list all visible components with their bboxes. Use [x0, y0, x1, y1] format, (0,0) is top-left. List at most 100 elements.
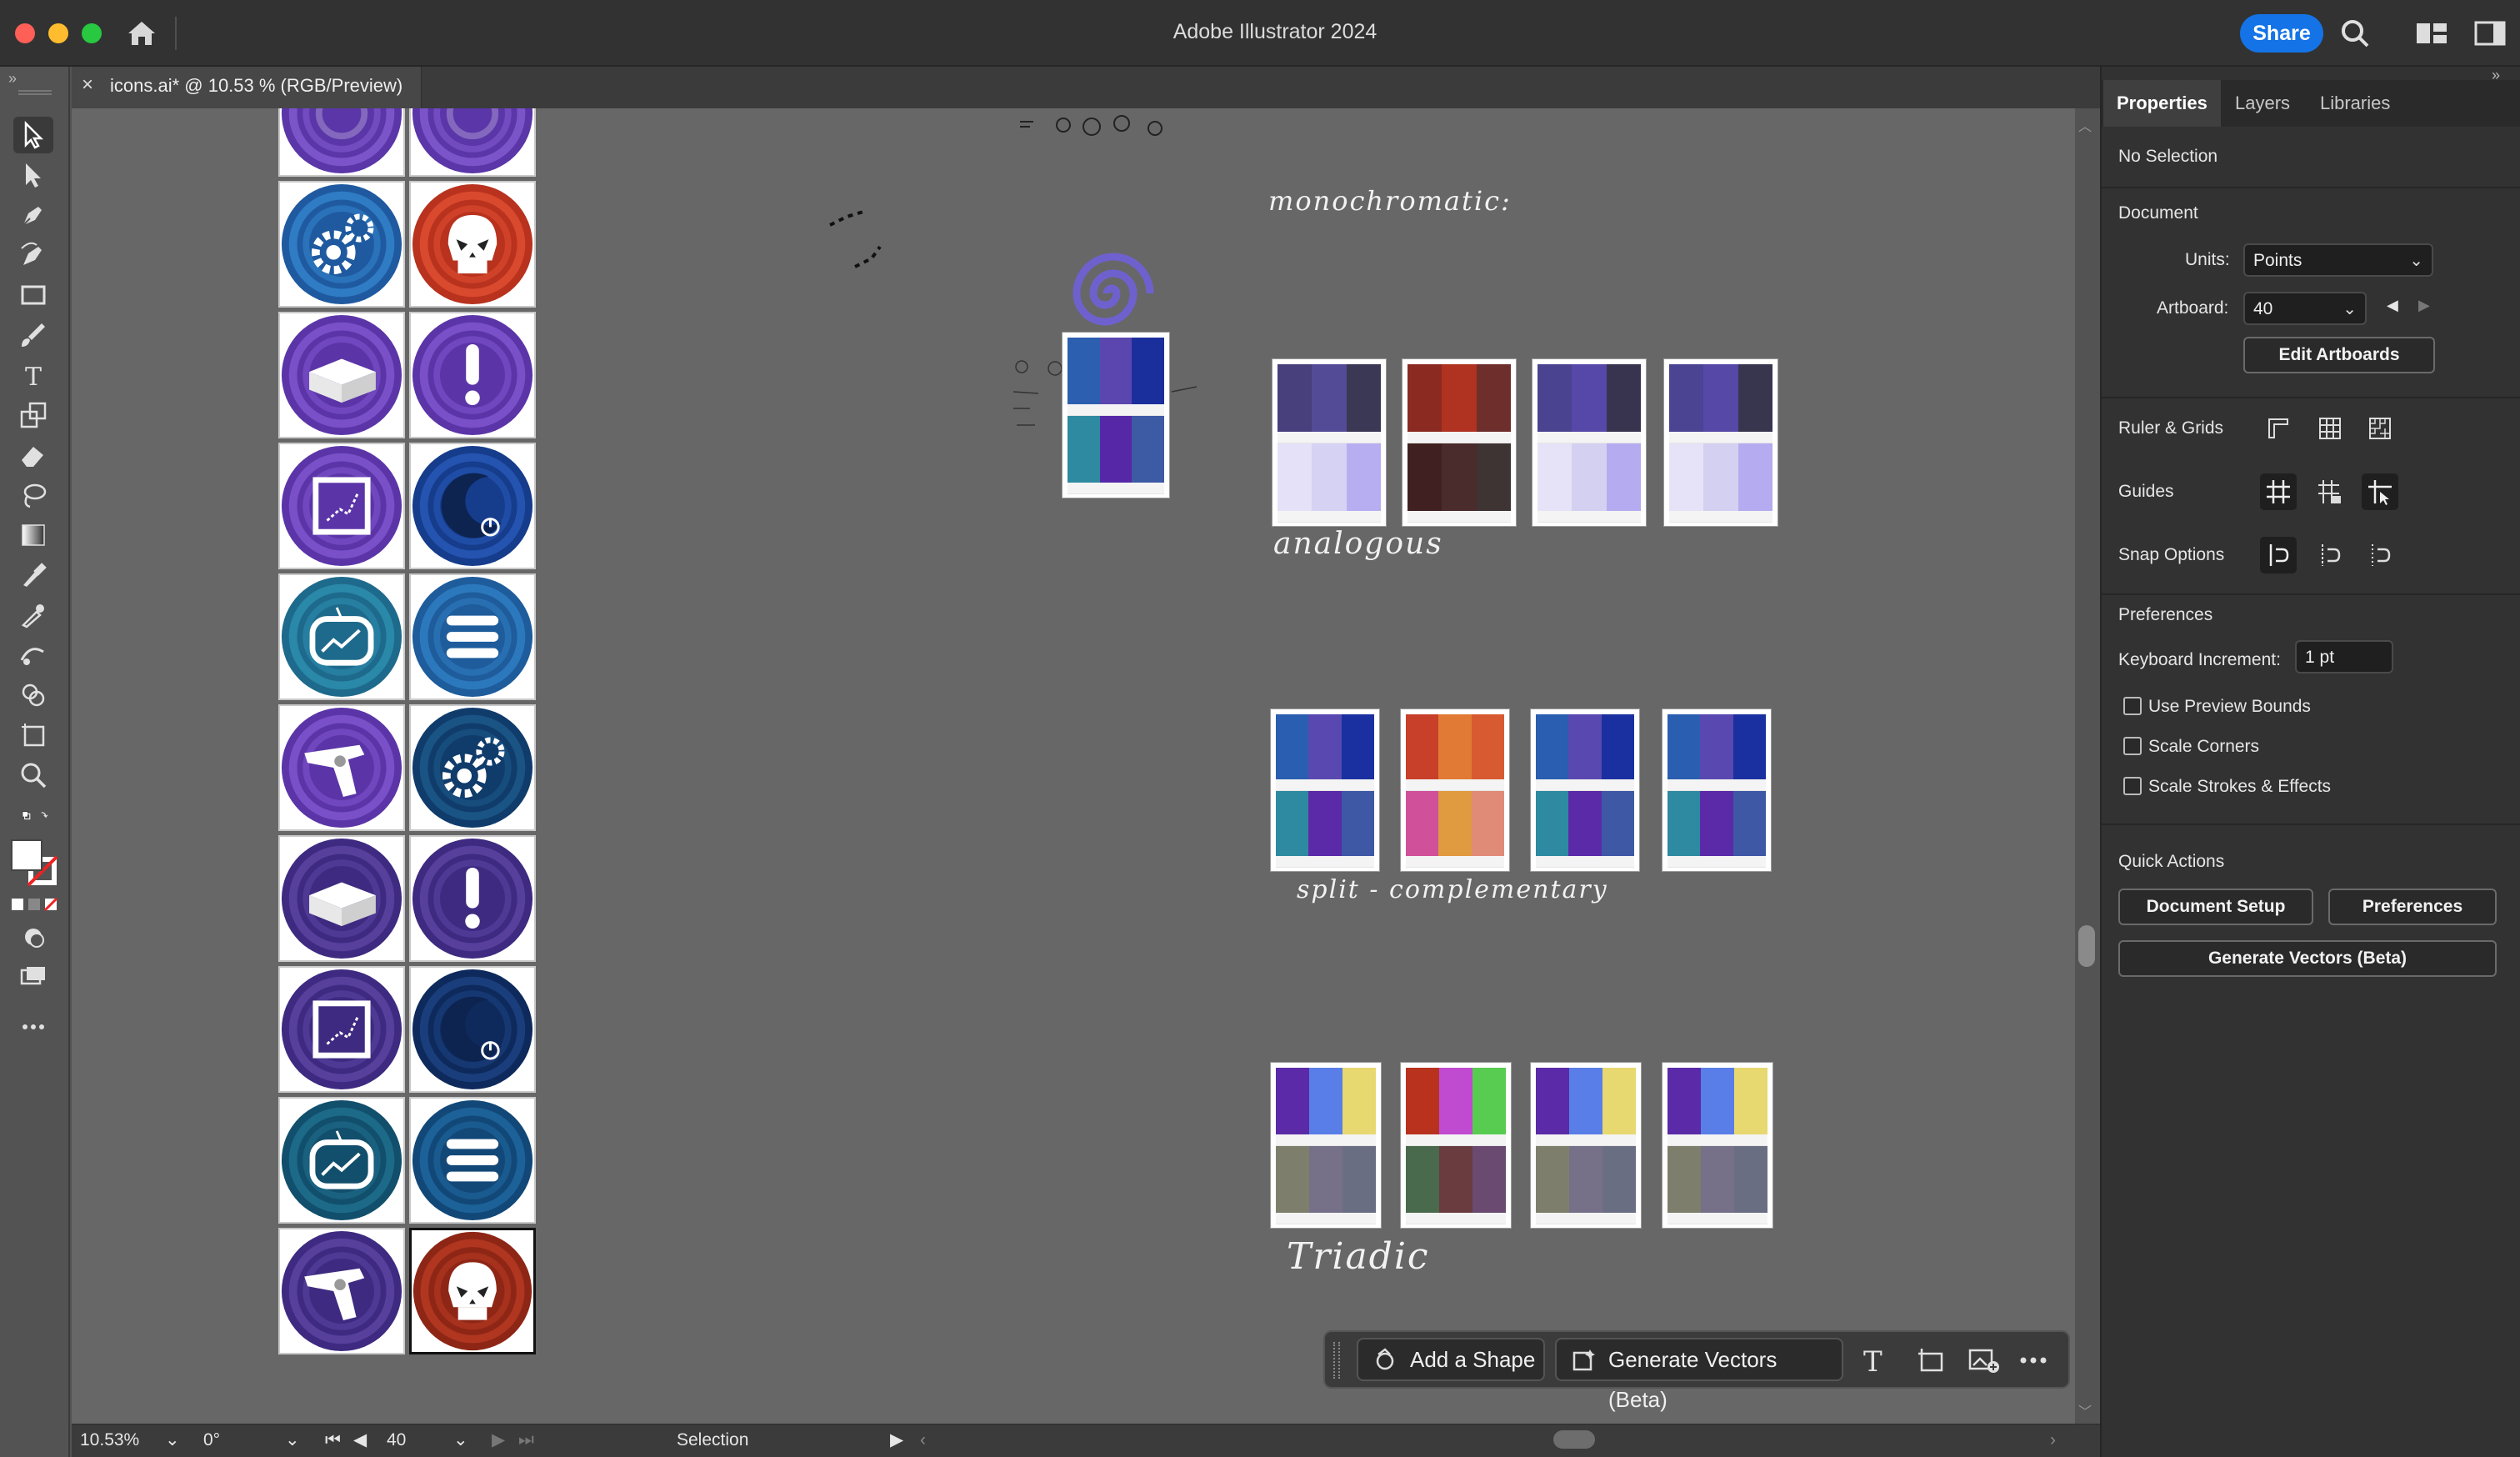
- color-swatch[interactable]: [1568, 791, 1602, 856]
- color-swatch[interactable]: [1341, 714, 1374, 779]
- default-fill-stroke-icon[interactable]: [7, 799, 65, 835]
- color-mode-icon[interactable]: [10, 895, 60, 914]
- color-swatch[interactable]: [1346, 443, 1381, 511]
- color-swatch[interactable]: [1308, 714, 1342, 779]
- window-minimize-button[interactable]: [48, 23, 68, 43]
- monochromatic-palette-card[interactable]: [1272, 358, 1387, 527]
- next-artboard-arrow-icon[interactable]: ▶: [2418, 297, 2430, 314]
- color-swatch[interactable]: [1569, 1146, 1602, 1213]
- color-swatch[interactable]: [1342, 1146, 1376, 1213]
- monochromatic-palette-card[interactable]: [1663, 358, 1778, 527]
- scroll-right-icon[interactable]: ›: [2050, 1428, 2067, 1453]
- exclamation-dark-icon-artboard[interactable]: [409, 835, 536, 962]
- color-swatch[interactable]: [1439, 1068, 1472, 1134]
- color-swatch[interactable]: [1601, 714, 1634, 779]
- color-swatch[interactable]: [1346, 364, 1381, 432]
- color-swatch[interactable]: [1734, 1068, 1768, 1134]
- revolver-icon-artboard[interactable]: [278, 704, 405, 831]
- monochromatic-palette-card[interactable]: [1532, 358, 1647, 527]
- lock-guides-icon[interactable]: [2312, 473, 2348, 510]
- artboard-tool-icon[interactable]: [13, 717, 53, 754]
- chart-frame-dark-icon-artboard[interactable]: [278, 966, 405, 1093]
- artboard-dropdown-icon[interactable]: ⌄: [453, 1428, 470, 1453]
- color-swatch[interactable]: [1308, 791, 1342, 856]
- zoom-dropdown-icon[interactable]: ⌄: [165, 1428, 182, 1453]
- rotation-field[interactable]: 0°: [203, 1428, 287, 1453]
- color-swatch[interactable]: [1276, 1068, 1309, 1134]
- type-tool-icon[interactable]: T: [13, 357, 53, 393]
- ruler-icon[interactable]: [2260, 410, 2297, 447]
- color-swatch[interactable]: [1442, 443, 1477, 511]
- color-swatch[interactable]: [1738, 364, 1772, 432]
- color-swatch[interactable]: [1536, 1068, 1569, 1134]
- color-swatch[interactable]: [1276, 791, 1309, 856]
- selection-tool-icon[interactable]: [13, 117, 53, 153]
- color-swatch[interactable]: [1471, 714, 1504, 779]
- skull-icon-artboard[interactable]: [409, 181, 536, 308]
- horizontal-scrollbar[interactable]: [925, 1427, 2075, 1452]
- color-swatch[interactable]: [1572, 364, 1607, 432]
- color-swatch[interactable]: [1132, 338, 1165, 404]
- color-swatch[interactable]: [1472, 1146, 1506, 1213]
- scale-corners-checkbox[interactable]: [2123, 737, 2142, 755]
- generate-vectors-panel-button[interactable]: Generate Vectors (Beta): [2118, 940, 2497, 977]
- color-swatch[interactable]: [1132, 416, 1165, 483]
- show-guides-icon[interactable]: [2260, 473, 2297, 510]
- analogous-palette-card[interactable]: [1662, 708, 1772, 872]
- color-swatch[interactable]: [1572, 443, 1607, 511]
- color-swatch[interactable]: [1668, 714, 1701, 779]
- color-swatch[interactable]: [1278, 443, 1312, 511]
- close-tab-icon[interactable]: ×: [82, 73, 93, 97]
- scale-strokes-checkbox[interactable]: [2123, 777, 2142, 795]
- moon-icon-artboard[interactable]: [409, 443, 536, 569]
- vertical-scrollbar[interactable]: [2075, 108, 2100, 1424]
- previous-artboard-arrow-icon[interactable]: ◀: [2387, 297, 2398, 314]
- color-swatch[interactable]: [1406, 1068, 1439, 1134]
- type-icon[interactable]: T: [1857, 1344, 1890, 1379]
- preferences-button[interactable]: Preferences: [2328, 889, 2497, 925]
- horizontal-scroll-thumb[interactable]: [1553, 1430, 1595, 1449]
- analogous-palette-card[interactable]: [1270, 708, 1380, 872]
- screen-mode-icon[interactable]: [13, 959, 53, 995]
- color-swatch[interactable]: [1406, 1146, 1439, 1213]
- shape-builder-tool-icon[interactable]: [13, 677, 53, 713]
- color-swatch[interactable]: [1476, 364, 1511, 432]
- gears-dark-icon-artboard[interactable]: [409, 704, 536, 831]
- color-swatch[interactable]: [1703, 443, 1738, 511]
- briefcase-icon-artboard[interactable]: [278, 312, 405, 438]
- smart-guides-icon[interactable]: [2362, 473, 2398, 510]
- split-complementary-palette-card[interactable]: [1530, 1062, 1642, 1229]
- draw-mode-icon[interactable]: [13, 919, 53, 955]
- split-complementary-palette-card[interactable]: [1270, 1062, 1382, 1229]
- artboard-number-field[interactable]: 40: [387, 1428, 437, 1453]
- color-swatch[interactable]: [1408, 364, 1442, 432]
- color-swatch[interactable]: [1703, 364, 1738, 432]
- color-swatch[interactable]: [1099, 338, 1132, 404]
- briefcase-dark-icon-artboard[interactable]: [278, 835, 405, 962]
- color-swatch[interactable]: [1668, 791, 1701, 856]
- color-swatch[interactable]: [1099, 416, 1132, 483]
- color-swatch[interactable]: [1408, 443, 1442, 511]
- color-swatch[interactable]: [1732, 714, 1766, 779]
- crop-artboard-icon[interactable]: [1915, 1344, 1948, 1377]
- color-swatch[interactable]: [1568, 714, 1602, 779]
- tab-libraries[interactable]: Libraries: [2307, 80, 2403, 127]
- tv-chart-icon-artboard[interactable]: [278, 573, 405, 700]
- menu-dark-icon-artboard[interactable]: [409, 1097, 536, 1224]
- more-tools-icon[interactable]: [13, 1009, 53, 1045]
- spiral-icon-artboard[interactable]: [278, 108, 405, 177]
- snap-to-pixel-icon[interactable]: [2260, 537, 2297, 573]
- add-shape-button[interactable]: Add a Shape: [1357, 1338, 1545, 1381]
- more-options-icon[interactable]: [2017, 1344, 2050, 1377]
- blend-tool-icon[interactable]: [13, 637, 53, 673]
- split-complementary-palette-card[interactable]: [1662, 1062, 1773, 1229]
- search-icon[interactable]: [2338, 17, 2372, 50]
- skull-dark-icon-artboard[interactable]: [409, 1228, 536, 1354]
- home-icon[interactable]: [125, 17, 158, 50]
- color-swatch[interactable]: [1700, 791, 1733, 856]
- paintbrush-tool-icon[interactable]: [13, 317, 53, 353]
- curvature-tool-icon[interactable]: [13, 237, 53, 273]
- reference-palette-card[interactable]: [1062, 332, 1170, 498]
- gears-icon-artboard[interactable]: [278, 181, 405, 308]
- color-swatch[interactable]: [1406, 791, 1439, 856]
